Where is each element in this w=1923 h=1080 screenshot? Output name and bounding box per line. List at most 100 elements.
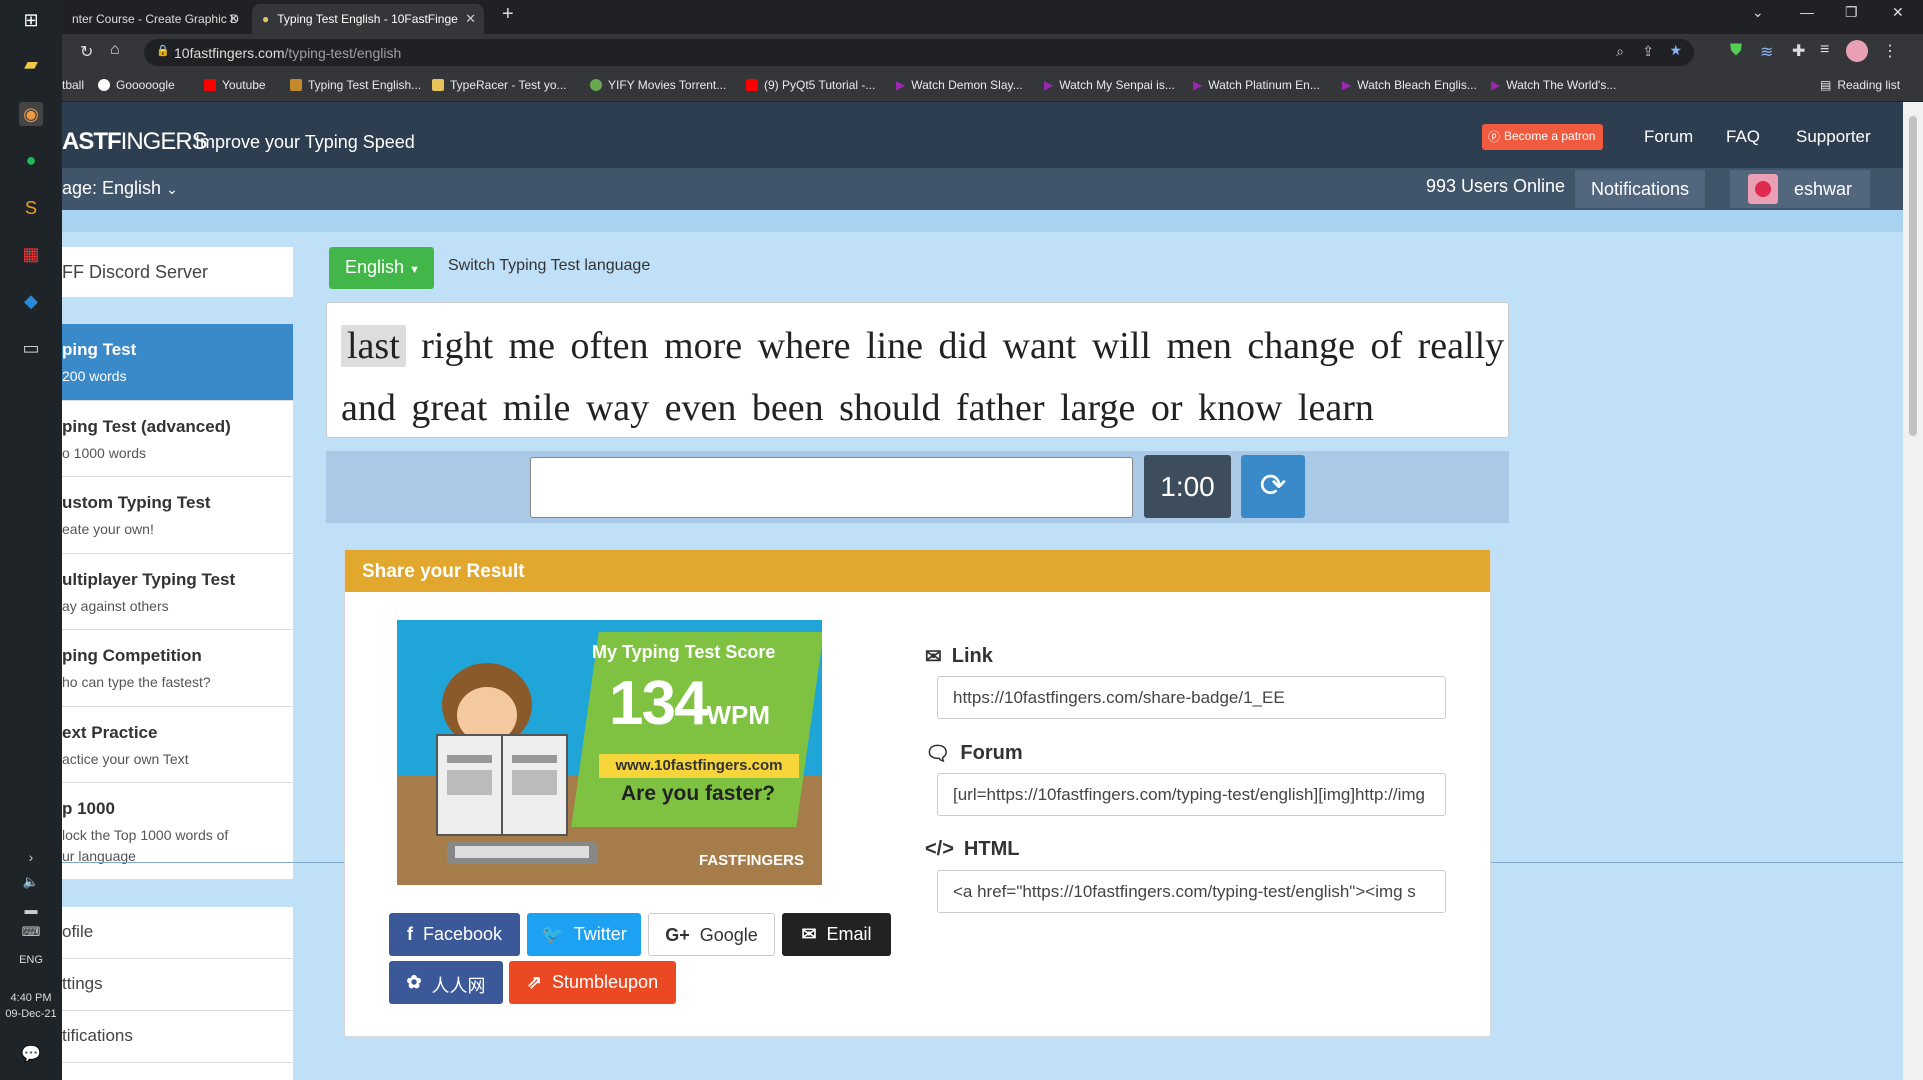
sidebar-item-multiplayer[interactable]: ultiplayer Typing Test ay against others [62, 554, 293, 630]
play-icon: ▶ [1491, 78, 1501, 92]
header-strip [62, 210, 1903, 232]
bookmark-star-icon[interactable]: ★ [1669, 42, 1682, 59]
nav-faq[interactable]: FAQ [1726, 127, 1760, 147]
bookmark-item[interactable]: Youtube [204, 78, 266, 92]
bookmark-item[interactable]: ▶ Watch Demon Slay... [896, 78, 1023, 92]
close-icon[interactable]: ✕ [465, 11, 476, 27]
home-icon[interactable]: ⌂ [110, 41, 120, 59]
boy-reading-newspaper-illustration [436, 663, 597, 864]
url-path: /typing-test/english [284, 44, 402, 61]
minimize-icon[interactable]: — [1800, 4, 1814, 20]
bookmark-item[interactable]: (9) PyQt5 Tutorial -... [746, 78, 875, 92]
facebook-share-button[interactable]: f Facebook [389, 913, 520, 956]
share-forum-field[interactable]: [url=https://10fastfingers.com/typing-te… [937, 773, 1446, 816]
typing-input[interactable] [530, 457, 1133, 518]
sidebar-item-notifications[interactable]: tifications [62, 1011, 293, 1063]
sidebar-item-competition[interactable]: ping Competition ho can type the fastest? [62, 630, 293, 707]
scrollbar-thumb[interactable] [1909, 116, 1917, 436]
sidebar-item-typing-test-advanced[interactable]: ping Test (advanced) o 1000 words [62, 401, 293, 477]
sidebar-item-settings[interactable]: ttings [62, 959, 293, 1011]
reading-list-icon: ▤ [1820, 78, 1832, 92]
sidebar-item-custom-typing-test[interactable]: ustom Typing Test eate your own! [62, 477, 293, 554]
sidebar-item-top-1000[interactable]: p 1000 lock the Top 1000 words of ur lang… [62, 783, 293, 879]
language-selector[interactable]: age: English ⌄ [62, 178, 178, 199]
bookmark-item[interactable]: tball [62, 78, 84, 92]
score-badge-image[interactable]: My Typing Test Score 134WPM www.10fastfi… [397, 620, 822, 885]
play-icon: ▶ [1342, 78, 1352, 92]
become-patron-button[interactable]: ⓟ Become a patron [1482, 124, 1604, 150]
windows-start-icon[interactable]: ⊞ [19, 8, 43, 32]
bookmark-item[interactable]: Typing Test English... [290, 78, 421, 92]
profile-avatar[interactable] [1846, 40, 1868, 62]
current-word: last [341, 325, 406, 367]
notifications-button[interactable]: Notifications [1575, 170, 1705, 208]
spotify-icon[interactable]: ● [19, 148, 43, 172]
bookmark-item[interactable]: YIFY Movies Torrent... [590, 78, 726, 92]
avatar [1748, 174, 1778, 204]
restart-button[interactable]: ⟳ [1241, 455, 1305, 518]
sidebar-item-text-practice[interactable]: ext Practice actice your own Text [62, 707, 293, 783]
page-scrollbar[interactable] [1903, 102, 1923, 1080]
close-icon[interactable]: ✕ [228, 11, 239, 27]
bookmark-item[interactable]: ▶ Watch My Senpai is... [1044, 78, 1175, 92]
extensions-puzzle-icon[interactable]: ✚ [1792, 41, 1805, 61]
keyboard-icon[interactable]: ⌨ [19, 920, 43, 944]
discord-server-link[interactable]: FF Discord Server [62, 247, 293, 297]
renren-share-button[interactable]: ✿ 人人网 [389, 961, 503, 1004]
lock-icon: 🔒 [156, 45, 170, 57]
tab-search-icon[interactable]: ⌄ [1752, 4, 1764, 21]
share-link-field[interactable]: https://10fastfingers.com/share-badge/1_… [937, 676, 1446, 719]
nav-supporter[interactable]: Supporter [1796, 127, 1871, 147]
reload-icon[interactable]: ↻ [80, 42, 93, 62]
switch-language-label: Switch Typing Test language [448, 257, 651, 274]
bookmark-item[interactable]: ▶ Watch Bleach Englis... [1342, 78, 1477, 92]
patreon-icon: ⓟ [1488, 130, 1501, 144]
twitter-share-button[interactable]: 🐦 Twitter [527, 913, 641, 956]
office-icon[interactable]: ▦ [19, 242, 43, 266]
zoom-icon[interactable]: ⌕ [1616, 43, 1624, 60]
terminal-icon[interactable]: ▭ [19, 336, 43, 360]
fastfingers-favicon-icon: ● [262, 12, 270, 26]
volume-icon[interactable]: 🔈 [19, 870, 43, 894]
chrome-icon[interactable]: ◉ [19, 102, 43, 126]
input-language[interactable]: ENG [0, 954, 62, 966]
file-explorer-icon[interactable]: ▰ [19, 52, 43, 76]
test-language-dropdown[interactable]: English ▼ [329, 247, 434, 289]
battery-icon[interactable]: ▬ [19, 897, 43, 921]
google-share-button[interactable]: G+ Google [648, 913, 775, 956]
typing-input-row: 1:00 ⟳ [326, 451, 1509, 523]
envelope-icon: ✉ [801, 924, 817, 944]
bookmark-item[interactable]: ▶ Watch The World's... [1491, 78, 1616, 92]
chevron-right-icon[interactable]: › [19, 845, 43, 869]
reading-list[interactable]: ▤ Reading list [1820, 78, 1900, 92]
address-bar[interactable]: 🔒 10fastfingers.com/typing-test/english … [144, 39, 1694, 66]
sidebar-item-profile[interactable]: ofile [62, 907, 293, 959]
tab-title: nter Course - Create Graphic D [72, 12, 239, 26]
more-menu-icon[interactable]: ⋮ [1882, 41, 1898, 61]
extension-wave-icon[interactable]: ≋ [1760, 42, 1773, 62]
email-share-button[interactable]: ✉ Email [782, 913, 891, 956]
stumbleupon-share-button[interactable]: ⇗ Stumbleupon [509, 961, 676, 1004]
youtube-icon [204, 79, 216, 91]
user-menu-button[interactable]: eshwar [1730, 170, 1870, 208]
window-close-icon[interactable]: ✕ [1892, 4, 1904, 21]
play-icon: ▶ [896, 78, 906, 92]
extension-shield-icon[interactable]: ⛊ [1730, 42, 1742, 60]
share-html-field[interactable]: <a href="https://10fastfingers.com/typin… [937, 870, 1446, 913]
bookmark-item[interactable]: ▶ Watch Platinum En... [1193, 78, 1320, 92]
sidebar-item-typing-test[interactable]: ping Test 200 words [62, 324, 293, 401]
media-control-icon[interactable]: ≡ [1820, 41, 1829, 59]
bookmark-item[interactable]: TypeRacer - Test yo... [432, 78, 567, 92]
share-icon[interactable]: ⇪ [1642, 43, 1654, 60]
nav-forum[interactable]: Forum [1644, 127, 1693, 147]
tab-typing-test[interactable]: ● Typing Test English - 10FastFinge ✕ [252, 4, 484, 34]
restore-icon[interactable]: ❐ [1845, 4, 1858, 21]
action-center-icon[interactable]: 💬 [19, 1042, 43, 1066]
sublime-text-icon[interactable]: S [19, 196, 43, 220]
new-tab-icon[interactable]: + [502, 3, 514, 26]
bookmark-item[interactable]: Gooooogle [98, 78, 175, 92]
vscode-icon[interactable]: ◆ [19, 289, 43, 313]
url-host: 10fastfingers.com [174, 44, 285, 61]
site-logo[interactable]: ASTFINGERS [62, 128, 208, 156]
tab-graphic-course[interactable]: nter Course - Create Graphic D ✕ [62, 4, 247, 34]
